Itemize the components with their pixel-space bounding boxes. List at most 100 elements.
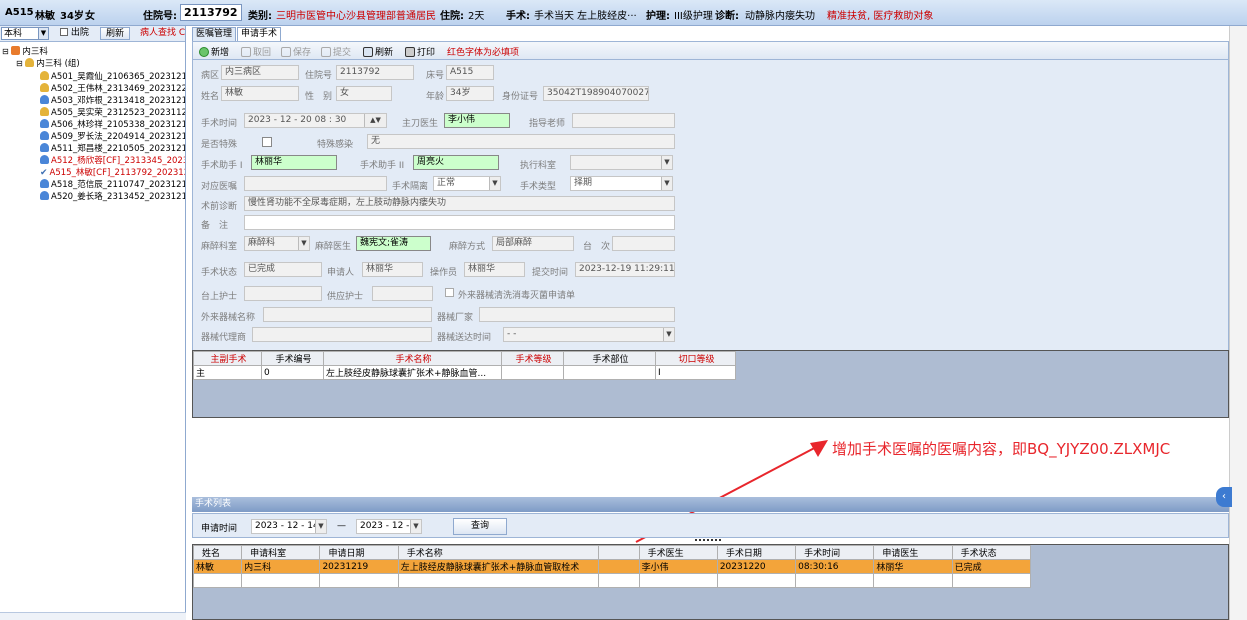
isolation-select[interactable]: 正常 ▼ [433, 176, 501, 191]
grid1-column-header[interactable]: 切口等级 [655, 351, 736, 366]
table-cell[interactable] [795, 573, 875, 588]
new-button[interactable]: 新增 [199, 45, 229, 58]
grid2-column-header[interactable]: 申请日期 [319, 545, 399, 560]
table-cell[interactable]: 林丽华 [873, 559, 953, 574]
grid2-column-header[interactable]: 申请科室 [241, 545, 321, 560]
tab-order-management[interactable]: 医嘱管理 [192, 27, 236, 41]
order-field[interactable] [244, 176, 387, 191]
table-cell[interactable] [563, 365, 656, 380]
query-button[interactable]: 查询 [453, 518, 507, 535]
collapse-panel-button[interactable]: ‹ [1216, 487, 1232, 507]
ext-name-field[interactable] [263, 307, 432, 322]
grid1-column-header[interactable]: 手术编号 [261, 351, 324, 366]
table-cell[interactable]: 左上肢经皮静脉球囊扩张术+静脉血管... [323, 365, 502, 380]
tree-patient-item[interactable]: A511_郑昌楼_2210505_20231217 [40, 143, 185, 155]
assist1-field[interactable]: 林丽华 [251, 155, 337, 170]
inpatient-field[interactable]: 2113792 [336, 65, 414, 80]
save-button[interactable]: 保存 [281, 45, 311, 58]
submit-button[interactable]: 提交 [321, 45, 351, 58]
mentor-field[interactable] [572, 113, 675, 128]
status-field[interactable]: 已完成 [244, 262, 322, 277]
delivery-picker[interactable]: - - ▼ [503, 327, 675, 342]
anes-dept-select[interactable]: 麻醉科 ▼ [244, 236, 310, 251]
ward-field[interactable]: 内三病区 [221, 65, 299, 80]
grid1-column-header[interactable]: 手术名称 [323, 351, 502, 366]
refresh-button[interactable]: 刷新 [363, 45, 393, 58]
table-cell[interactable]: 20231219 [319, 559, 399, 574]
operator-field[interactable]: 林丽华 [464, 262, 525, 277]
id-field[interactable]: 35042T198904070027 [543, 86, 649, 101]
tree-patient-item[interactable]: ✔ A515_林敏[CF]_2113792_202312 [40, 167, 185, 179]
table-no-field[interactable] [612, 236, 675, 251]
tree-root[interactable]: ⊟ 内三科 [2, 46, 48, 58]
spin-icon[interactable]: ▲▼ [364, 114, 386, 127]
table-cell[interactable] [873, 573, 953, 588]
date-from-picker[interactable]: 2023 - 12 - 14 ▼ [251, 519, 327, 534]
supply-nurse-field[interactable] [372, 286, 433, 301]
table-cell[interactable] [192, 573, 243, 588]
special-checkbox[interactable] [262, 137, 272, 147]
grid2-column-header[interactable]: 手术名称 [397, 545, 600, 560]
refresh-tree-button[interactable]: 刷新 [100, 27, 130, 40]
anes-method-field[interactable]: 局部麻醉 [492, 236, 574, 251]
tree-patient-item[interactable]: A503_邓炸根_2313418_20231219 [40, 95, 185, 107]
table-cell[interactable] [598, 573, 640, 588]
surgeon-field[interactable]: 李小伟 [444, 113, 510, 128]
table-cell[interactable]: 林敏 [192, 559, 243, 574]
table-row-empty[interactable] [192, 573, 1032, 588]
type-select[interactable]: 择期 ▼ [570, 176, 673, 191]
maker-field[interactable] [479, 307, 675, 322]
external-instrument-checkbox[interactable] [445, 288, 454, 297]
remark-field[interactable] [244, 215, 675, 230]
grid1-column-header[interactable]: 主副手术 [193, 351, 262, 366]
print-button[interactable]: 打印 [405, 45, 435, 58]
age-field[interactable]: 34岁 [446, 86, 494, 101]
grid2-column-header[interactable]: 手术状态 [951, 545, 1032, 560]
table-cell[interactable]: 已完成 [951, 559, 1032, 574]
tree-patient-item[interactable]: A509_罗长法_2204914_20231218 [40, 131, 185, 143]
table-row[interactable]: 林敏 内三科 20231219 左上肢经皮静脉球囊扩张术+静脉血管取栓术 李小伟 2023… [192, 559, 1032, 574]
table-cell[interactable]: 0 [261, 365, 324, 380]
table-cell[interactable] [501, 365, 564, 380]
tree-horizontal-scrollbar[interactable] [0, 612, 186, 620]
table-cell[interactable] [598, 559, 640, 574]
surgery-time-picker[interactable]: 2023 - 12 - 20 08 : 30 ▲▼ [244, 113, 387, 128]
nurse-field[interactable] [244, 286, 322, 301]
submit-time-field[interactable]: 2023-12-19 11:29:11 [575, 262, 675, 277]
splitter-grip[interactable] [695, 539, 721, 542]
date-to-picker[interactable]: 2023 - 12 - 21 ▼ [356, 519, 422, 534]
table-row[interactable]: 主 0 左上肢经皮静脉球囊扩张术+静脉血管... I [193, 365, 736, 380]
grid2-column-header[interactable]: 手术医生 [638, 545, 718, 560]
table-cell[interactable] [241, 573, 321, 588]
name-field[interactable]: 林敏 [221, 86, 299, 101]
preop-diag-field[interactable]: 慢性肾功能不全尿毒症期，左上肢动静脉内瘘失功 [244, 196, 675, 211]
tree-patient-item[interactable]: A501_吴霞仙_2106365_20231218 [40, 71, 185, 83]
grid1-column-header[interactable]: 手术等级 [501, 351, 564, 366]
grid2-column-header[interactable]: 姓名 [192, 545, 243, 560]
table-cell[interactable] [638, 573, 718, 588]
discharge-checkbox[interactable]: 出院 [60, 27, 100, 40]
tree-patient-item[interactable]: A505_吴实荣_2312523_20231127 [40, 107, 185, 119]
table-cell[interactable] [951, 573, 1032, 588]
table-cell[interactable] [397, 573, 600, 588]
tree-patient-item[interactable]: A506_林珍祥_2105338_20231218 [40, 119, 185, 131]
grid2-column-header[interactable]: 手术日期 [716, 545, 797, 560]
table-cell[interactable]: 08:30:16 [795, 559, 875, 574]
tree-patient-item[interactable]: A502_王伟林_2313469_20231220 [40, 83, 185, 95]
assist2-field[interactable]: 周亮火 [413, 155, 499, 170]
grid2-column-header[interactable] [598, 545, 640, 560]
tree-patient-item[interactable]: A512_杨欣蓉[CF]_2313345_2023 [40, 155, 185, 167]
tree-patient-item[interactable]: A518_范信辰_2110747_20231218 [40, 179, 185, 191]
grid2-column-header[interactable]: 手术时间 [795, 545, 875, 560]
cancel-button[interactable]: 取回 [241, 45, 271, 58]
sex-field[interactable]: 女 [336, 86, 392, 101]
tree-patient-item[interactable]: A520_姜长珞_2313452_20231219 [40, 191, 185, 203]
applicant-field[interactable]: 林丽华 [362, 262, 423, 277]
table-cell[interactable] [716, 573, 797, 588]
agent-field[interactable] [252, 327, 432, 342]
table-cell[interactable]: 李小伟 [638, 559, 718, 574]
grid2-column-header[interactable]: 申请医生 [873, 545, 953, 560]
table-cell[interactable]: 左上肢经皮静脉球囊扩张术+静脉血管取栓术 [397, 559, 600, 574]
table-cell[interactable]: 内三科 [241, 559, 321, 574]
grid1-column-header[interactable]: 手术部位 [563, 351, 656, 366]
